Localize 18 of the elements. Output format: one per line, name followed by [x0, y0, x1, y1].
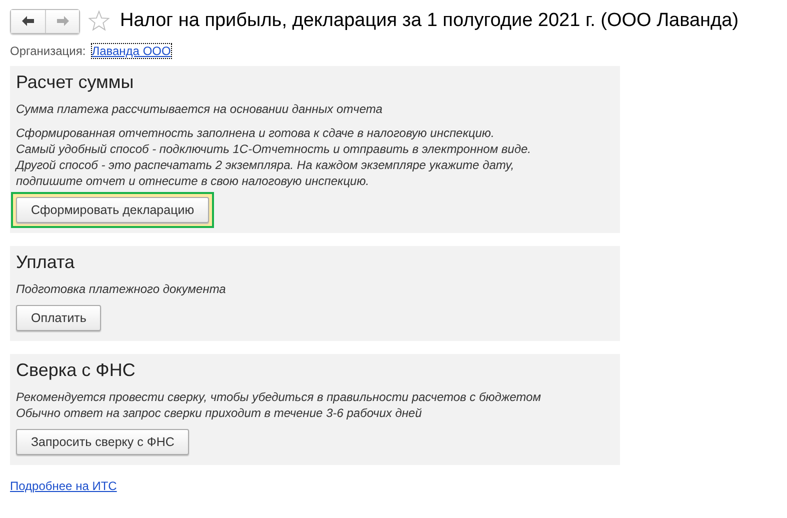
section-description: Рекомендуется провести сверку, чтобы убедиться в правильности расчетов с бюджетом Обычно ответ на запрос сверки приходит в течение 3-6 рабочих дней [16, 389, 542, 421]
organization-label: Организация: [10, 44, 86, 58]
section-title: Расчет суммы [16, 72, 135, 93]
left-arrow-icon [22, 16, 34, 26]
its-link[interactable]: Подробнее на ИТС [10, 479, 117, 493]
section-description: Подготовка платежного документа [16, 281, 227, 297]
section-title: Сверка с ФНС [16, 360, 136, 381]
right-arrow-icon [56, 16, 68, 26]
action-button[interactable]: Запросить сверку с ФНС [16, 429, 190, 455]
organization-link[interactable]: Лаванда ООО [92, 44, 171, 58]
star-icon[interactable] [88, 10, 110, 32]
action-button[interactable]: Сформировать декларацию [16, 197, 210, 223]
back-button[interactable] [11, 10, 45, 32]
action-button[interactable]: Оплатить [16, 305, 102, 331]
window-title: Налог на прибыль, декларация за 1 полугодие 2021 г. (ООО Лаванда) [120, 10, 739, 32]
section-description: Сформированная отчетность заполнена и готова к сдаче в налоговую инспекцию. Самый удобный способ - подключить 1С-Отчетность и отправить в электронном виде. Другой способ - это распечатать 2 экземпляра. На каждом экземпляре укажите дату, подпишите отчет и отнесите в свою налоговую инспекцию. [16, 125, 532, 189]
section-description: Сумма платежа рассчитывается на основании данных отчета [16, 101, 384, 117]
section-title: Уплата [16, 252, 76, 273]
